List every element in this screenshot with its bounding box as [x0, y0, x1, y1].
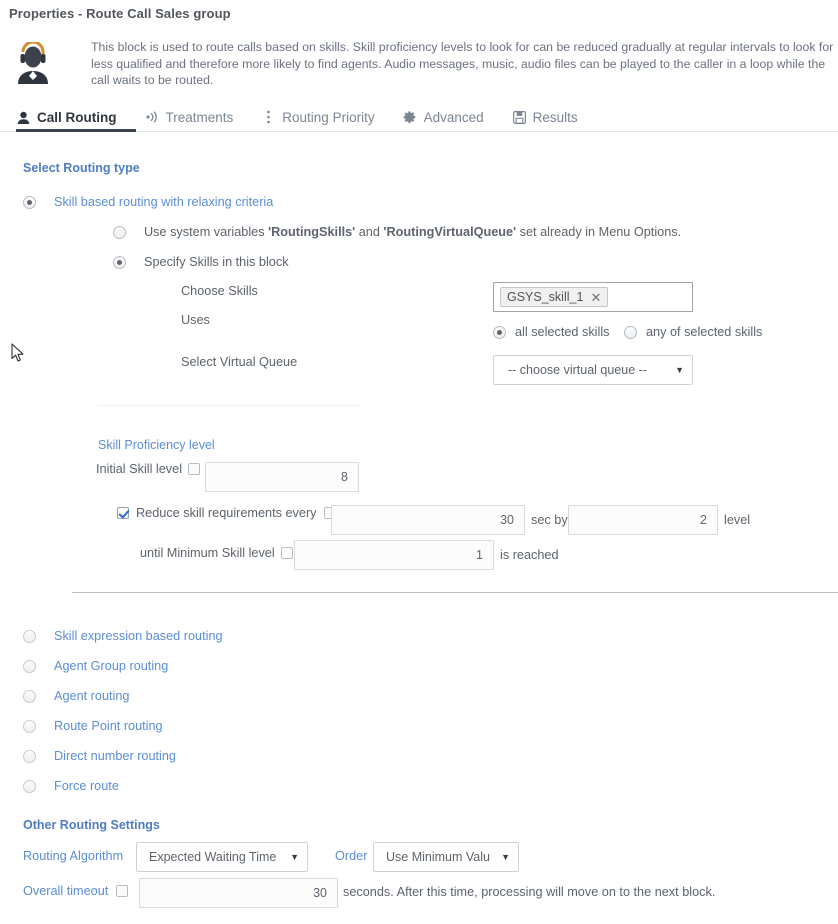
level-label: level	[724, 513, 751, 527]
divider-long	[72, 592, 838, 593]
divider-short	[98, 405, 360, 406]
order-select[interactable]: Use Minimum Valu ▼	[373, 842, 519, 872]
radio-label: Route Point routing	[54, 719, 163, 733]
initial-skill-level-group: Initial Skill level	[96, 462, 201, 476]
tab-label: Routing Priority	[282, 109, 375, 125]
radio-icon[interactable]	[23, 629, 36, 643]
save-disk-icon	[512, 110, 527, 125]
radio-icon[interactable]	[493, 325, 506, 339]
radio-agent-group-routing[interactable]: Agent Group routing	[23, 659, 168, 673]
agent-icon	[16, 110, 31, 125]
block-description: This block is used to route calls based …	[91, 40, 834, 87]
initial-skill-level-label: Initial Skill level	[96, 462, 183, 476]
sec-by-label: sec by	[531, 513, 568, 527]
routing-algorithm-select[interactable]: Expected Waiting Time ▼	[136, 842, 308, 872]
tab-advanced[interactable]: Advanced	[389, 103, 498, 131]
radio-label: Specify Skills in this block	[144, 255, 289, 269]
radio-icon[interactable]	[23, 749, 36, 763]
radio-any-of-selected-skills[interactable]: any of selected skills	[624, 325, 762, 339]
radio-label: Direct number routing	[54, 749, 176, 763]
overall-timeout-suffix: seconds. After this time, processing wil…	[343, 885, 716, 899]
vertical-dots-icon	[261, 110, 276, 125]
radio-label: any of selected skills	[646, 325, 763, 339]
minimum-skill-level-group: until Minimum Skill level	[140, 546, 293, 560]
close-icon[interactable]: ✕	[590, 291, 601, 304]
radio-all-selected-skills[interactable]: all selected skills	[493, 325, 610, 339]
radio-force-route[interactable]: Force route	[23, 779, 119, 793]
virtual-queue-value: -- choose virtual queue --	[508, 363, 647, 377]
sound-wave-icon	[145, 110, 160, 125]
tab-routing-priority[interactable]: Routing Priority	[247, 103, 388, 131]
order-label: Order	[335, 849, 368, 863]
reduce-skill-requirements-checkbox[interactable]	[117, 507, 129, 519]
routing-algorithm-label: Routing Algorithm	[23, 849, 124, 863]
radio-icon[interactable]	[23, 689, 36, 703]
radio-skill-expression-based-routing[interactable]: Skill expression based routing	[23, 629, 223, 643]
radio-icon[interactable]	[23, 195, 36, 209]
skill-token-label: GSYS_skill_1	[507, 290, 584, 304]
overall-timeout-label: Overall timeout	[23, 884, 109, 898]
initial-skill-level-variable-checkbox[interactable]	[188, 463, 201, 475]
reduce-skill-requirements-group: Reduce skill requirements every	[117, 506, 336, 520]
radio-icon[interactable]	[113, 225, 126, 239]
tab-label: Call Routing	[37, 109, 117, 125]
radio-specify-skills[interactable]: Specify Skills in this block	[113, 255, 289, 269]
radio-label: Skill expression based routing	[54, 629, 223, 643]
tab-label: Advanced	[423, 109, 484, 125]
chevron-down-icon: ▼	[501, 852, 510, 862]
overall-timeout-variable-checkbox[interactable]	[116, 885, 129, 897]
reduce-step-input[interactable]: 2	[568, 505, 718, 535]
select-routing-type-heading: Select Routing type	[23, 161, 140, 175]
virtual-queue-select[interactable]: -- choose virtual queue -- ▼	[493, 355, 693, 385]
choose-skills-label: Choose Skills	[181, 284, 258, 298]
gear-icon	[403, 110, 418, 125]
tab-bar[interactable]: Call Routing Treatments Routing Priority…	[0, 103, 838, 131]
radio-label: Force route	[54, 779, 119, 793]
page-title: Properties - Route Call Sales group	[9, 6, 231, 21]
radio-label: all selected skills	[515, 325, 610, 339]
radio-direct-number-routing[interactable]: Direct number routing	[23, 749, 176, 763]
initial-skill-level-input[interactable]: 8	[205, 462, 359, 492]
other-routing-settings-heading: Other Routing Settings	[23, 818, 160, 832]
radio-icon[interactable]	[23, 779, 36, 793]
radio-icon[interactable]	[113, 255, 126, 269]
reduce-skill-requirements-label: Reduce skill requirements every	[136, 506, 317, 520]
minimum-skill-level-label: until Minimum Skill level	[140, 546, 275, 560]
radio-label: Skill based routing with relaxing criter…	[54, 195, 274, 209]
reduce-interval-input[interactable]: 30	[331, 505, 525, 535]
tab-call-routing[interactable]: Call Routing	[16, 103, 131, 131]
skill-token[interactable]: GSYS_skill_1 ✕	[500, 287, 609, 307]
radio-agent-routing[interactable]: Agent routing	[23, 689, 129, 703]
radio-icon[interactable]	[23, 719, 36, 733]
is-reached-label: is reached	[500, 548, 559, 562]
minimum-skill-level-input[interactable]: 1	[294, 540, 494, 570]
tab-results[interactable]: Results	[498, 103, 592, 131]
tab-label: Treatments	[165, 109, 234, 125]
select-virtual-queue-label: Select Virtual Queue	[181, 355, 298, 369]
choose-skills-input[interactable]: GSYS_skill_1 ✕	[493, 282, 693, 312]
chevron-down-icon: ▼	[290, 852, 299, 862]
overall-timeout-group: Overall timeout	[23, 884, 129, 898]
overall-timeout-input[interactable]: 30	[139, 878, 338, 908]
radio-label: Agent Group routing	[54, 659, 169, 673]
tab-active-indicator	[16, 129, 136, 132]
radio-label: Use system variables 'RoutingSkills' and…	[144, 225, 682, 239]
radio-label: Agent routing	[54, 689, 130, 703]
radio-route-point-routing[interactable]: Route Point routing	[23, 719, 163, 733]
radio-use-system-variables[interactable]: Use system variables 'RoutingSkills' and…	[113, 225, 681, 239]
radio-skill-based-routing[interactable]: Skill based routing with relaxing criter…	[23, 195, 273, 209]
radio-icon[interactable]	[23, 659, 36, 673]
uses-label: Uses	[181, 313, 210, 327]
minimum-skill-level-variable-checkbox[interactable]	[280, 547, 293, 559]
routing-algorithm-value: Expected Waiting Time	[149, 850, 277, 864]
chevron-down-icon: ▼	[675, 365, 684, 375]
order-value: Use Minimum Valu	[386, 850, 490, 864]
tab-treatments[interactable]: Treatments	[131, 103, 248, 131]
properties-dialog: Properties - Route Call Sales group This…	[0, 0, 838, 924]
radio-icon[interactable]	[624, 325, 637, 339]
tab-label: Results	[532, 109, 578, 125]
skill-proficiency-heading: Skill Proficiency level	[98, 438, 215, 452]
mouse-cursor-icon	[11, 343, 25, 366]
agent-headset-icon	[10, 40, 54, 84]
